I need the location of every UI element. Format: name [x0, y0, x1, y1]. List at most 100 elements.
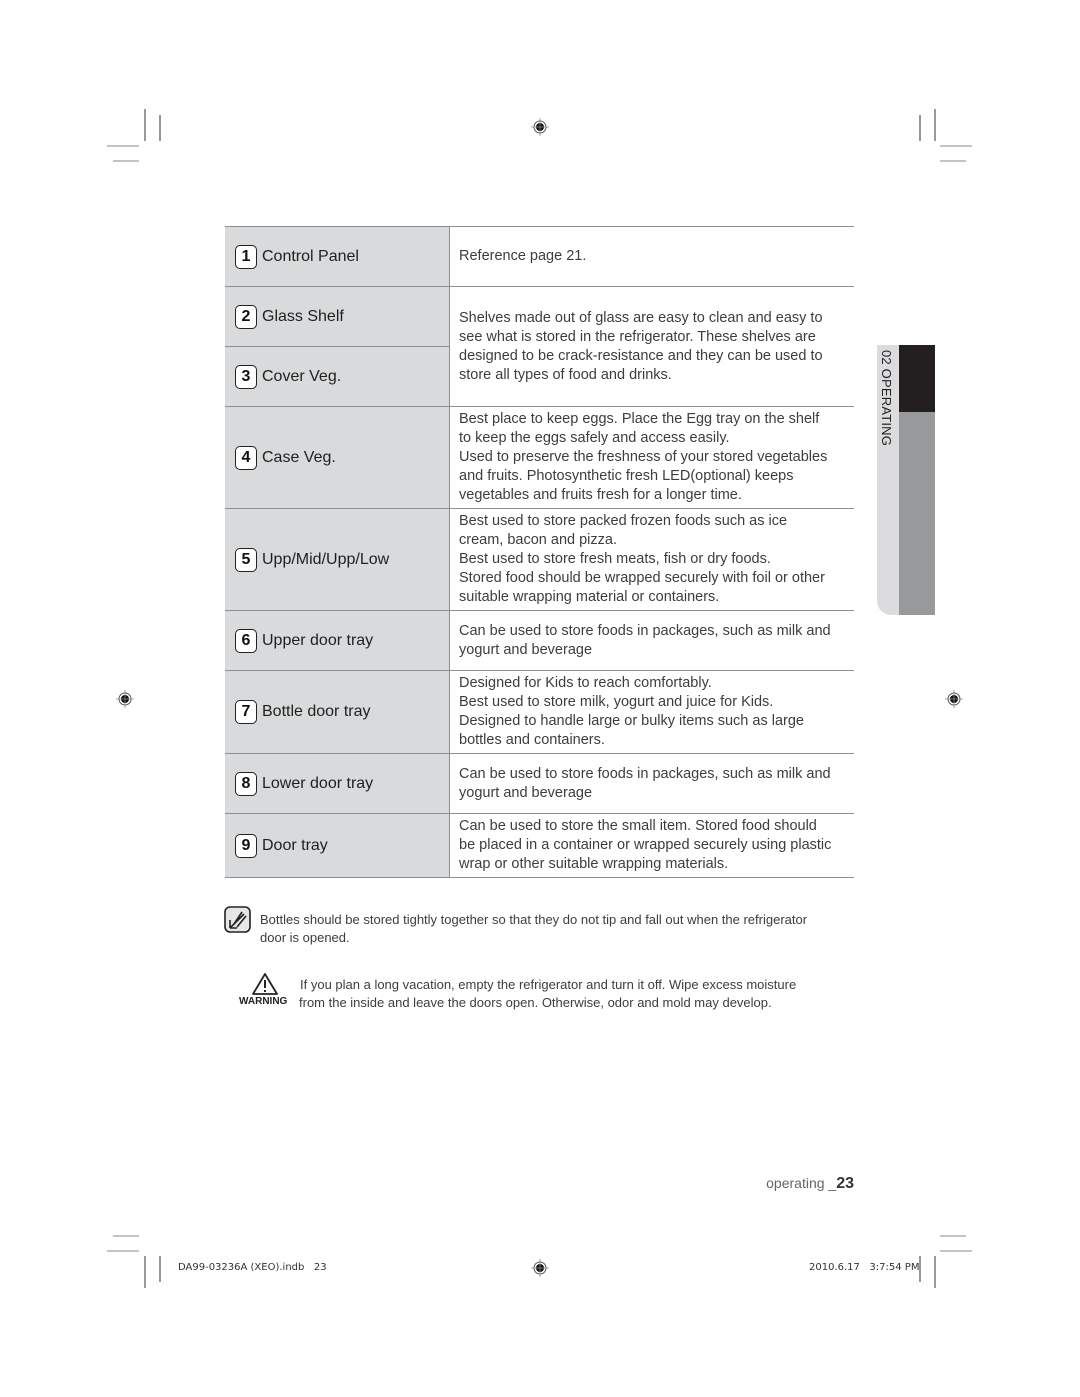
page-footer: operating _23: [766, 1175, 854, 1193]
description-line: Used to preserve the freshness of your s…: [459, 449, 828, 465]
crop-mark: [940, 160, 966, 162]
parts-table: 1 Control Panel Reference page 21. 2 Glass…: [225, 226, 854, 878]
part-number-badge: 7: [235, 700, 257, 724]
table-row: 9 Door tray Can be used to store the smal…: [225, 813, 854, 878]
part-number-badge: 1: [235, 244, 257, 269]
chapter-tab-bar: [899, 412, 935, 615]
note-pencil-icon: [224, 906, 251, 933]
description-line: cream, bacon and pizza.: [459, 532, 617, 548]
table-row: 1 Control Panel Reference page 21.: [225, 226, 854, 287]
part-name: Upp/Mid/Upp/Low: [262, 550, 390, 568]
part-name-cell: 8 Lower door tray: [225, 753, 450, 814]
part-name: Door tray: [262, 836, 328, 854]
part-number-badge: 9: [235, 833, 257, 858]
part-name: Glass Shelf: [262, 307, 344, 325]
part-name-cell: 6 Upper door tray: [225, 610, 450, 671]
chapter-tab-label: 02 OPERATING: [879, 350, 894, 447]
description-line: Reference page 21.: [459, 248, 587, 264]
crop-mark: [107, 145, 139, 147]
crop-mark: [159, 115, 161, 141]
chapter-tab-active-marker: [899, 345, 935, 412]
description-line: to keep the eggs safely and access easil…: [459, 430, 730, 446]
crop-mark: [107, 1250, 139, 1252]
table-row: 7 Bottle door tray Designed for Kids to r…: [225, 670, 854, 754]
part-name-cell: 3 Cover Veg.: [225, 346, 450, 407]
table-row: 5 Upp/Mid/Upp/Low Best used to store pack…: [225, 508, 854, 611]
part-name: Control Panel: [262, 247, 359, 265]
registration-mark-icon: [531, 118, 549, 136]
crop-mark: [940, 1250, 972, 1252]
part-number-badge: 6: [235, 628, 257, 653]
note-text: Bottles should be stored tightly togethe…: [260, 911, 807, 947]
description-line: Best used to store fresh meats, fish or …: [459, 551, 771, 567]
part-name-cell: 9 Door tray: [225, 813, 450, 878]
description-line: vegetables and fruits fresh for a longer…: [459, 487, 742, 503]
description-line: Shelves made out of glass are easy to cl…: [459, 309, 823, 326]
print-timestamp: 2010.6.17 3:7:54 PM: [809, 1262, 920, 1273]
crop-mark: [934, 109, 936, 141]
registration-mark-icon: [945, 690, 963, 708]
part-description: Can be used to store foods in packages, …: [449, 753, 854, 814]
warning-label: WARNING: [239, 996, 288, 1007]
part-name: Case Veg.: [262, 448, 336, 466]
note-line: Bottles should be stored tightly togethe…: [260, 912, 808, 927]
description-line: see what is stored in the refrigerator. …: [459, 328, 816, 345]
page-number: 23: [836, 1175, 854, 1192]
part-name: Cover Veg.: [262, 367, 342, 385]
table-row: 4 Case Veg. Best place to keep eggs. Plac…: [225, 406, 854, 509]
part-name-cell: 7 Bottle door tray: [225, 670, 450, 754]
table-row: 2 Glass Shelf Shelves made out of glass a…: [225, 286, 854, 407]
part-name: Bottle door tray: [262, 703, 371, 720]
part-description: Best place to keep eggs. Place the Egg t…: [449, 406, 854, 509]
description-line: suitable wrapping material or containers…: [459, 589, 720, 605]
description-line: Can be used to store the small item. Sto…: [459, 818, 817, 834]
description-line: Can be used to store foods in packages, …: [459, 622, 831, 639]
description-line: be placed in a container or wrapped secu…: [459, 837, 832, 853]
part-description: Can be used to store the small item. Sto…: [449, 813, 854, 878]
description-line: store all types of food and drinks.: [459, 366, 672, 383]
registration-mark-icon: [116, 690, 134, 708]
description-line: yogurt and beverage: [459, 784, 593, 801]
crop-mark: [144, 1256, 146, 1288]
registration-mark-icon: [531, 1259, 549, 1277]
warning-line: If you plan a long vacation, empty the r…: [300, 977, 797, 992]
part-name: Lower door tray: [262, 774, 374, 792]
part-description: Reference page 21.: [449, 226, 854, 287]
crop-mark: [919, 115, 921, 141]
description-line: Best place to keep eggs. Place the Egg t…: [459, 411, 820, 427]
description-line: Best used to store packed frozen foods s…: [459, 513, 788, 529]
part-number-badge: 4: [235, 445, 257, 470]
part-number-badge: 2: [235, 304, 257, 329]
description-line: Can be used to store foods in packages, …: [459, 765, 831, 782]
part-number-badge: 3: [235, 364, 257, 389]
description-line: designed to be crack-resistance and they…: [459, 347, 823, 364]
crop-mark: [934, 1256, 936, 1288]
part-description: Can be used to store foods in packages, …: [449, 610, 854, 671]
crop-mark: [113, 1235, 139, 1237]
crop-mark: [113, 160, 139, 162]
description-line: wrap or other suitable wrapping material…: [459, 856, 729, 872]
table-row: 8 Lower door tray Can be used to store fo…: [225, 753, 854, 814]
description-line: Designed to handle large or bulky items …: [459, 713, 804, 729]
crop-mark: [144, 109, 146, 141]
part-name: Upper door tray: [262, 631, 374, 649]
part-name-cell: 1 Control Panel: [225, 226, 450, 287]
part-number-badge: 8: [235, 771, 257, 796]
description-line: Stored food should be wrapped securely w…: [459, 570, 825, 586]
print-file-name: DA99-03236A (XEO).indb 23: [178, 1262, 327, 1273]
part-description: Designed for Kids to reach comfortably. …: [449, 670, 854, 754]
crop-mark: [940, 1235, 966, 1237]
description-line: Designed for Kids to reach comfortably.: [459, 675, 712, 691]
description-line: Best used to store milk, yogurt and juic…: [459, 694, 774, 710]
table-row: 6 Upper door tray Can be used to store fo…: [225, 610, 854, 671]
part-description: Best used to store packed frozen foods s…: [449, 508, 854, 611]
description-line: bottles and containers.: [459, 732, 605, 748]
crop-mark: [940, 145, 972, 147]
footer-section: operating _: [766, 1175, 837, 1191]
note-line: door is opened.: [260, 930, 350, 945]
part-name-cell: 4 Case Veg.: [225, 406, 450, 509]
warning-line: from the inside and leave the doors open…: [299, 995, 772, 1010]
warning-text: If you plan a long vacation, empty the r…: [299, 976, 797, 1012]
part-number-badge: 5: [235, 547, 257, 572]
description-line: yogurt and beverage: [459, 641, 593, 658]
